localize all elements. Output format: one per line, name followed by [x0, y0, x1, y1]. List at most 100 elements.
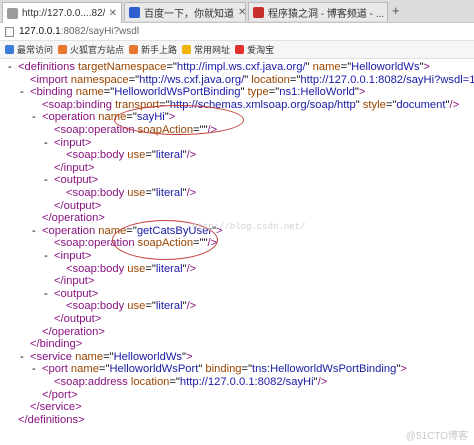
- bookmark-getting-started[interactable]: 新手上路: [129, 43, 177, 56]
- collapse-toggle[interactable]: -: [44, 173, 54, 188]
- attr-name: namespace: [67, 73, 129, 86]
- bookmark-most-visited[interactable]: 最常访问: [5, 43, 53, 56]
- attr-name: use: [124, 187, 146, 199]
- tag-text: >: [87, 275, 95, 288]
- tag-text: >: [91, 174, 99, 187]
- bookmark-firefox-site[interactable]: 火狐官方站点: [58, 43, 124, 56]
- tab-csdn[interactable]: 程序猿之洞 - 博客频道 - ... ✕: [248, 2, 388, 21]
- bookmark-aitaobao[interactable]: 爱淘宝: [235, 43, 274, 56]
- tag-text: </: [42, 212, 52, 225]
- bookmark-common-sites[interactable]: 常用网址: [182, 43, 230, 56]
- tag-text: >: [358, 86, 366, 99]
- tag-text: >: [98, 325, 105, 338]
- tag-text: import: [36, 73, 68, 86]
- tag-text: </: [18, 413, 28, 426]
- collapse-toggle[interactable]: -: [44, 287, 54, 302]
- tag-text: service: [39, 401, 76, 414]
- new-tab-button[interactable]: +: [392, 4, 400, 18]
- tag-text: input: [60, 250, 85, 262]
- tab-bar: http://127.0.0....82/sayHi?wsdl ✕ 百度一下，你…: [0, 0, 474, 23]
- tag-text: >: [423, 61, 431, 73]
- bookmark-label: 火狐官方站点: [70, 45, 125, 55]
- tag-text: operation: [51, 325, 99, 338]
- bookmarks-bar: 最常访问 火狐官方站点 新手上路 常用网址 爱淘宝: [0, 41, 474, 59]
- punct: =": [145, 149, 156, 162]
- attr-value: HelloworldWsPortBinding: [114, 86, 241, 99]
- tag-text: </: [42, 388, 52, 401]
- punct: =": [169, 376, 180, 388]
- punct: =": [385, 98, 397, 111]
- punct: =": [98, 363, 110, 376]
- taobao-icon: [235, 45, 245, 54]
- tag-text: soap:body: [72, 149, 125, 162]
- close-icon[interactable]: ✕: [234, 7, 245, 18]
- attr-value: literal: [155, 300, 183, 313]
- tag-text: </: [54, 161, 64, 174]
- attr-value: literal: [155, 262, 183, 275]
- punct: =": [268, 86, 280, 99]
- close-icon[interactable]: ✕: [384, 7, 387, 18]
- punct: =": [166, 61, 177, 73]
- collapse-toggle[interactable]: -: [32, 110, 42, 125]
- punct: =": [289, 73, 301, 86]
- tag-text: />: [186, 149, 197, 162]
- tag-text: </: [54, 199, 64, 212]
- collapse-toggle[interactable]: -: [20, 85, 30, 100]
- tab-baidu[interactable]: 百度一下，你就知道 ✕: [124, 2, 246, 21]
- tag-text: input: [63, 275, 88, 288]
- tag-text: soap:binding: [48, 98, 112, 111]
- attr-name: targetNamespace: [74, 61, 167, 73]
- tab-wsdl[interactable]: http://127.0.0....82/sayHi?wsdl ✕: [2, 2, 122, 23]
- tag-text: output: [60, 287, 92, 300]
- tag-text: </: [54, 313, 64, 325]
- punct: =": [241, 363, 253, 376]
- attr-value: http://127.0.0.1:8082/sayHi: [179, 376, 314, 388]
- tag-text: >: [94, 313, 102, 325]
- collapse-toggle[interactable]: -: [44, 136, 54, 151]
- punct: =": [145, 262, 156, 275]
- tag-text: >: [75, 401, 82, 414]
- bookmark-label: 爱淘宝: [247, 45, 275, 55]
- watermark: http://blog.csdn.net/: [192, 222, 306, 232]
- tag-text: </: [30, 401, 40, 414]
- collapse-toggle[interactable]: -: [8, 60, 18, 75]
- attr-name: binding: [202, 363, 242, 376]
- attr-value: HelloworldWs: [113, 350, 182, 363]
- collapse-toggle[interactable]: -: [32, 224, 42, 239]
- address-bar[interactable]: 127.0.0.1:8082/sayHi?wsdl: [0, 23, 474, 41]
- punct: =": [103, 350, 114, 363]
- tag-text: port: [48, 363, 68, 376]
- punct: =": [145, 187, 156, 199]
- close-icon[interactable]: ✕: [105, 8, 117, 19]
- bookmark-label: 常用网址: [194, 45, 231, 55]
- tab-title: 百度一下，你就知道: [144, 8, 234, 20]
- tag-text: </: [54, 275, 64, 288]
- tag-text: </: [42, 325, 52, 338]
- tag-text: output: [63, 313, 95, 325]
- baidu-icon: [129, 6, 140, 18]
- tag-text: >: [70, 388, 78, 401]
- tag-text: soap:body: [72, 187, 125, 199]
- csdn-icon: [253, 6, 264, 18]
- tag-text: service: [36, 350, 72, 363]
- corner-watermark: @51CTO博客: [405, 431, 468, 442]
- tag-text: definitions: [27, 413, 79, 426]
- attr-value: ns1:HelloWorld: [279, 86, 355, 99]
- tag-text: />: [186, 300, 197, 313]
- tag-text: >: [98, 212, 105, 225]
- tag-text: />: [186, 262, 197, 275]
- url-path: :8082/sayHi?wsdl: [60, 26, 140, 37]
- tag-text: operation: [51, 212, 99, 225]
- collapse-toggle[interactable]: -: [20, 350, 30, 365]
- punct: =": [145, 300, 156, 313]
- collapse-toggle[interactable]: -: [32, 362, 42, 377]
- xml-line: </definitions>: [8, 413, 85, 428]
- attr-value: http://127.0.0.1:8082/sayHi?wsdl=1: [300, 73, 474, 86]
- collapse-toggle[interactable]: -: [44, 249, 54, 264]
- tag-text: />: [449, 98, 460, 111]
- xml-line: <soap:address location="http://127.0.0.1…: [44, 375, 327, 390]
- page-info-icon[interactable]: [5, 26, 14, 37]
- attr-value: HelloworldWsPort: [109, 363, 199, 376]
- tag-text: soap:body: [72, 262, 125, 275]
- tag-text: >: [84, 250, 92, 262]
